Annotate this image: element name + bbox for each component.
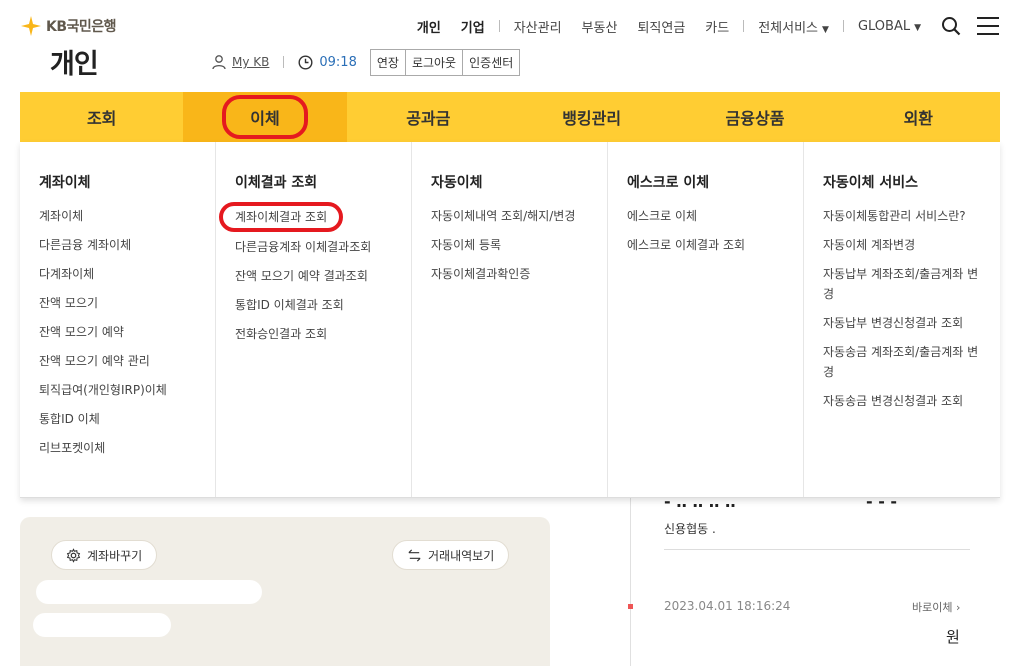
mykb-link[interactable]: My KB: [211, 54, 269, 70]
menu-column-title: 자동이체: [431, 175, 483, 191]
user-bar: My KB 09:18 연장 로그아웃 인증센터: [211, 48, 521, 76]
divider: [664, 549, 970, 550]
divider: [283, 56, 285, 68]
gnb-label: 금융상품: [725, 109, 785, 128]
menu-column-transfer-results: 이체결과 조회 계좌이체결과 조회 다른금융계좌 이체결과조회 잔액 모으기 예…: [216, 142, 412, 497]
masked-account-info: [36, 580, 262, 604]
gnb-label: 이체: [222, 95, 308, 139]
menu-item[interactable]: 자동이체결과확인증: [431, 264, 607, 284]
menu-item[interactable]: 잔액 모으기 예약 관리: [39, 351, 215, 371]
top-nav-realestate[interactable]: 부동산: [572, 17, 628, 36]
top-nav-card[interactable]: 카드: [695, 17, 739, 36]
menu-column-account-transfer: 계좌이체 계좌이체 다른금융 계좌이체 다계좌이체 잔액 모으기 잔액 모으기 …: [20, 142, 216, 497]
gnb-utilities[interactable]: 공과금: [347, 92, 510, 142]
logout-button[interactable]: 로그아웃: [404, 48, 464, 76]
gnb-banking-management[interactable]: 뱅킹관리: [510, 92, 673, 142]
gnb-label: 공과금: [406, 109, 451, 128]
transaction-date: 2023.04.01 18:16:24: [664, 599, 791, 613]
kb-logo[interactable]: KB국민은행: [20, 15, 117, 37]
gnb-label: 외환: [903, 109, 934, 128]
extend-button[interactable]: 연장: [369, 48, 406, 76]
all-services-label: 전체서비스: [758, 20, 819, 36]
person-icon: [212, 55, 226, 70]
menu-item[interactable]: 다른금융 계좌이체: [39, 235, 215, 255]
menu-column-auto-transfer-service: 자동이체 서비스 자동이체통합관리 서비스란? 자동이체 계좌변경 자동납부 계…: [804, 142, 1000, 497]
gear-icon: [66, 547, 81, 563]
menu-item[interactable]: 잔액 모으기 예약: [39, 322, 215, 342]
swap-arrows-icon: [408, 548, 421, 562]
menu-column-title: 에스크로 이체: [627, 175, 710, 191]
global-label: GLOBAL: [857, 18, 911, 34]
menu-item[interactable]: 다계좌이체: [39, 264, 215, 284]
menu-item[interactable]: 자동이체내역 조회/해지/변경: [431, 206, 607, 226]
credit-union-label: 신용협동 .: [664, 522, 716, 536]
auth-center-button[interactable]: 인증센터: [462, 48, 521, 76]
transfer-mega-menu: 계좌이체 계좌이체 다른금융 계좌이체 다계좌이체 잔액 모으기 잔액 모으기 …: [20, 142, 1000, 498]
menu-item[interactable]: 계좌이체: [39, 206, 215, 226]
search-icon[interactable]: [941, 16, 961, 36]
quick-transfer-link[interactable]: 바로이체 ›: [912, 599, 960, 615]
menu-item[interactable]: 통합ID 이체: [39, 409, 215, 429]
timeline-dot: [628, 604, 633, 609]
hamburger-menu-icon[interactable]: [977, 17, 999, 35]
top-nav-business[interactable]: 기업: [451, 17, 495, 36]
transaction-history-button[interactable]: 거래내역보기: [392, 540, 510, 570]
menu-item[interactable]: 전화승인결과 조회: [235, 324, 411, 344]
main-nav-bar: 조회 이체 공과금 뱅킹관리 금융상품 외환: [20, 92, 1000, 142]
menu-item[interactable]: 퇴직급여(개인형IRP)이체: [39, 380, 215, 400]
gnb-financial-products[interactable]: 금융상품: [673, 92, 836, 142]
change-account-button[interactable]: 계좌바꾸기: [51, 540, 158, 570]
top-nav-global[interactable]: GLOBAL ▼: [848, 19, 931, 34]
caret-down-icon: ▼: [822, 24, 829, 35]
page-title: 개인: [50, 49, 99, 80]
gnb-foreign-exchange[interactable]: 외환: [837, 92, 1000, 142]
menu-item[interactable]: 자동송금 변경신청결과 조회: [823, 391, 1000, 411]
gnb-inquiry[interactable]: 조회: [20, 92, 183, 142]
gnb-label: 조회: [86, 109, 117, 128]
menu-item[interactable]: 다른금융계좌 이체결과조회: [235, 237, 411, 257]
menu-item[interactable]: 자동납부 계좌조회/출금계좌 변경: [823, 264, 1000, 304]
divider: [842, 20, 844, 32]
menu-column-title: 계좌이체: [39, 175, 91, 191]
gnb-label: 뱅킹관리: [562, 109, 622, 128]
menu-column-title: 자동이체 서비스: [823, 175, 919, 191]
change-account-label: 계좌바꾸기: [87, 548, 143, 563]
top-nav-personal[interactable]: 개인: [407, 17, 451, 36]
top-nav-all-services[interactable]: 전체서비스 ▼: [748, 17, 839, 36]
divider: [498, 20, 500, 32]
menu-item-transfer-result-inquiry[interactable]: 계좌이체결과 조회: [219, 202, 344, 232]
timer-value: 09:18: [319, 54, 357, 70]
menu-item[interactable]: 리브포켓이체: [39, 438, 215, 458]
won-unit: 원: [946, 628, 960, 646]
menu-item[interactable]: 자동송금 계좌조회/출금계좌 변경: [823, 342, 1000, 382]
session-buttons: 연장 로그아웃 인증센터: [369, 48, 521, 76]
menu-item[interactable]: 잔액 모으기 예약 결과조회: [235, 266, 411, 286]
menu-item[interactable]: 통합ID 이체결과 조회: [235, 295, 411, 315]
caret-down-icon: ▼: [914, 22, 921, 33]
menu-item[interactable]: 자동이체통합관리 서비스란?: [823, 206, 1000, 226]
divider: [743, 20, 745, 32]
menu-column-auto-transfer: 자동이체 자동이체내역 조회/해지/변경 자동이체 등록 자동이체결과확인증: [412, 142, 608, 497]
mykb-label: My KB: [232, 55, 270, 69]
menu-item[interactable]: 에스크로 이체결과 조회: [627, 235, 803, 255]
top-nav: 개인 기업 자산관리 부동산 퇴직연금 카드 전체서비스 ▼ GLOBAL ▼: [407, 13, 999, 39]
logo-text: KB국민은행: [46, 19, 117, 35]
menu-item[interactable]: 에스크로 이체: [627, 206, 803, 226]
menu-item[interactable]: 잔액 모으기: [39, 293, 215, 313]
menu-item[interactable]: 자동이체 계좌변경: [823, 235, 1000, 255]
kb-star-icon: [21, 16, 41, 36]
session-timer: 09:18: [298, 54, 357, 70]
menu-item[interactable]: 자동이체 등록: [431, 235, 607, 255]
top-nav-pension[interactable]: 퇴직연금: [627, 17, 695, 36]
gnb-transfer[interactable]: 이체: [183, 92, 347, 142]
top-nav-wealth[interactable]: 자산관리: [504, 17, 572, 36]
menu-column-title: 이체결과 조회: [235, 175, 318, 191]
clock-icon: [298, 54, 313, 70]
transaction-history-label: 거래내역보기: [428, 548, 495, 563]
menu-item[interactable]: 자동납부 변경신청결과 조회: [823, 313, 1000, 333]
masked-account-info: [33, 613, 171, 637]
menu-column-escrow: 에스크로 이체 에스크로 이체 에스크로 이체결과 조회: [608, 142, 804, 497]
timeline-line: [630, 498, 631, 666]
